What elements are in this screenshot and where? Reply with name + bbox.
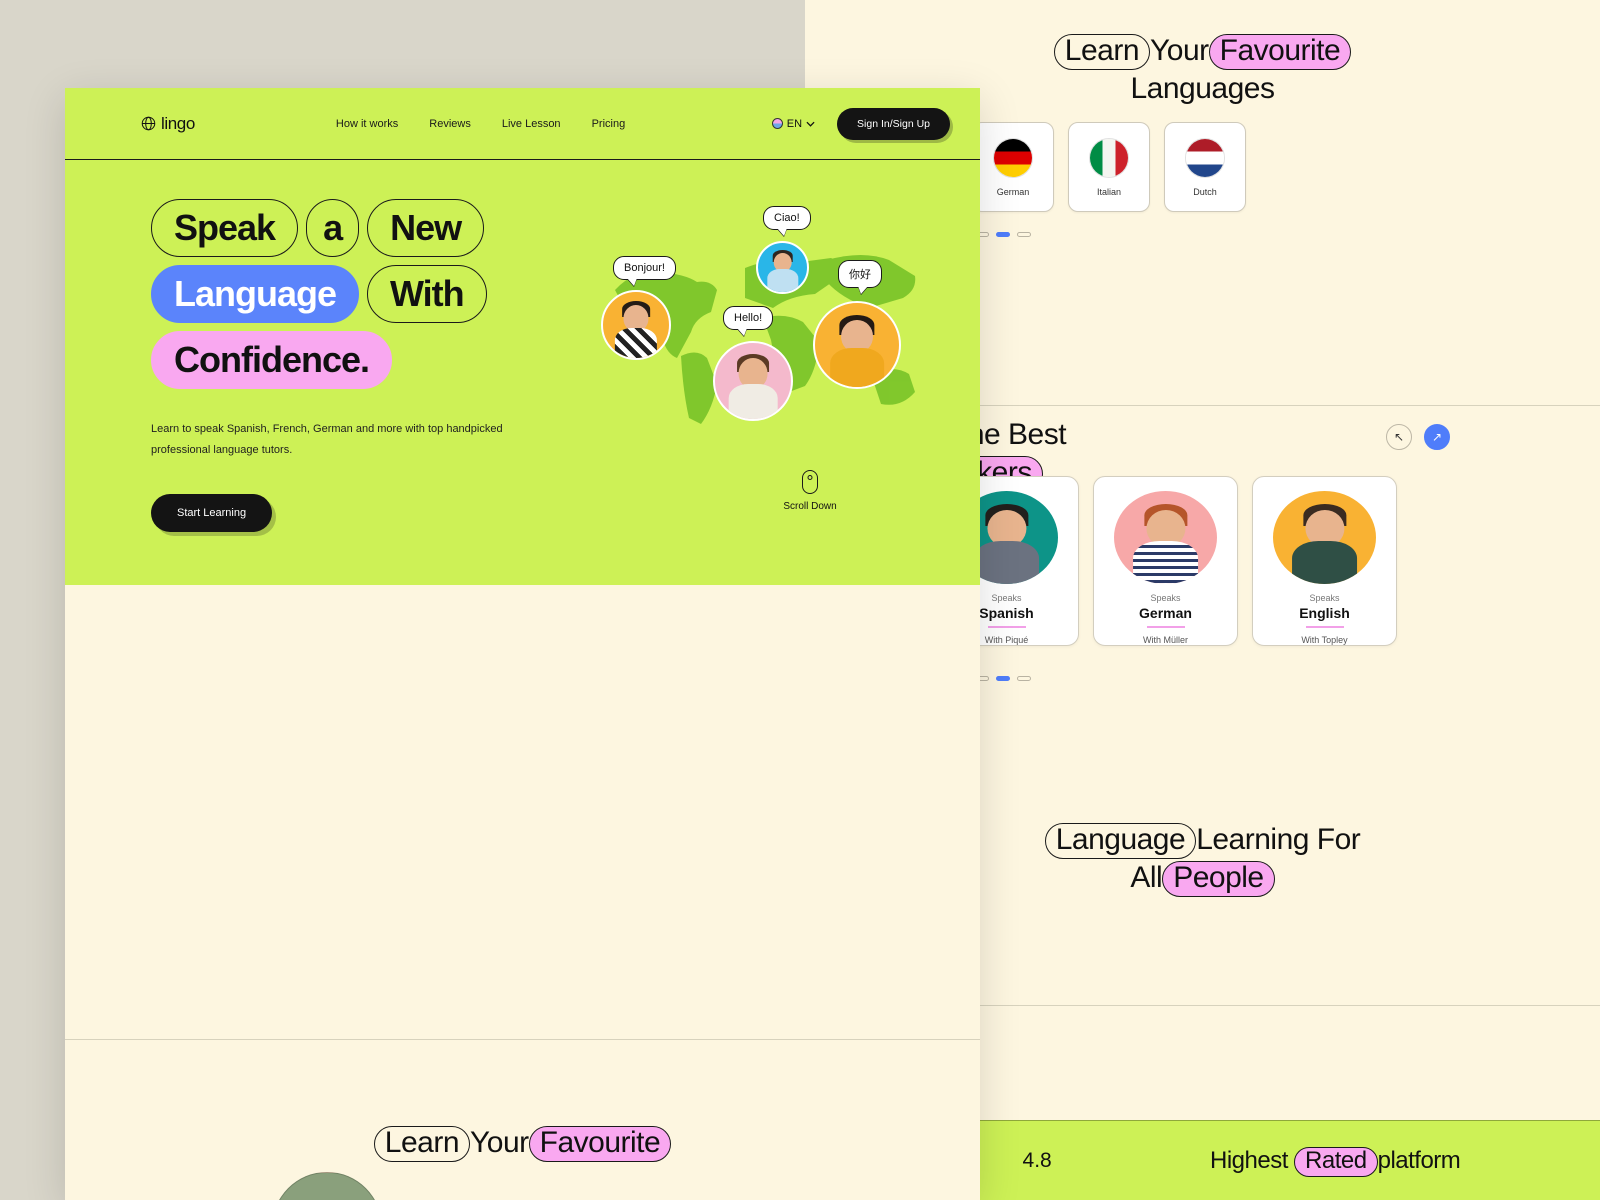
headline-word-confidence: Confidence.: [151, 331, 393, 389]
language-card-label: Italian: [1096, 186, 1122, 197]
start-learning-free-section: +98 StartLearning Languages ForFree Lear…: [65, 585, 980, 1200]
hero-subtitle: Learn to speak Spanish, French, German a…: [151, 423, 503, 457]
favourite-languages-heading-peek: Learn Your Favourite: [65, 1126, 980, 1162]
speech-bubble-hello: Hello!: [723, 306, 774, 330]
nav-right-group: EN Sign In/Sign Up: [771, 107, 950, 140]
headline-line-1: Speak a New: [151, 199, 571, 257]
avatar: [1273, 491, 1376, 585]
speaker-tutor: With Piqué: [984, 635, 1029, 645]
heading-pill-learn: Learn: [373, 1126, 471, 1162]
language-card-label: Dutch: [1193, 186, 1217, 197]
speech-bubble-ciao: Ciao!: [763, 206, 811, 230]
pagination-dot-active[interactable]: [995, 676, 1010, 681]
language-card-dutch[interactable]: Dutch: [1164, 122, 1246, 212]
speaker-tutor: With Müller: [1142, 635, 1188, 645]
headline-word-a: a: [306, 199, 360, 257]
tagline-highlight-rated: Rated: [1294, 1147, 1378, 1177]
speaks-label: Speaks: [991, 593, 1022, 604]
speakers-carousel-nav: ↖ ↗: [1386, 424, 1450, 450]
brand-name: lingo: [161, 113, 195, 133]
photo-row: [148, 1172, 506, 1200]
heading-mid: Your: [470, 1126, 529, 1159]
language-card-german[interactable]: German: [972, 122, 1054, 212]
language-selector-value: EN: [786, 117, 803, 130]
avatar-italian-speaker: [756, 241, 809, 294]
pagination-dot[interactable]: [1016, 232, 1031, 237]
heading-highlight-favourite: Favourite: [528, 1126, 672, 1162]
avatar-chinese-speaker: [813, 301, 901, 389]
pagination-dot-active[interactable]: [995, 232, 1010, 237]
brand-logo[interactable]: lingo: [141, 114, 195, 134]
speaker-card-english[interactable]: Speaks English With Topley: [1252, 476, 1397, 646]
globe-icon: [771, 118, 783, 129]
pagination-dot[interactable]: [1016, 676, 1031, 681]
nav-link-reviews[interactable]: Reviews: [429, 118, 471, 130]
language-card-label: German: [996, 186, 1030, 197]
avatar: [1114, 491, 1217, 585]
de-flag-icon: [993, 137, 1033, 178]
it-flag-icon: [1089, 137, 1129, 178]
headline-word-speak: Speak: [151, 199, 299, 257]
mouse-icon: [802, 470, 818, 494]
speaker-card-german[interactable]: Speaks German With Müller: [1093, 476, 1238, 646]
main-landing-page-panel: lingo How it works Reviews Live Lesson P…: [65, 88, 980, 1200]
arrow-up-right-icon[interactable]: ↗: [1424, 424, 1450, 450]
top-navigation-bar: lingo How it works Reviews Live Lesson P…: [65, 88, 980, 160]
heading-line2: Languages: [1130, 72, 1275, 106]
nav-link-how-it-works[interactable]: How it works: [336, 118, 398, 130]
speech-bubble-nihao: 你好: [838, 260, 882, 288]
divider: [1305, 626, 1344, 628]
heading-mid: Learning For: [1196, 823, 1361, 856]
headline-word-new: New: [367, 199, 485, 257]
divider: [987, 626, 1026, 628]
headline-line-2: Language With: [151, 265, 571, 323]
speaker-language: English: [1299, 605, 1350, 622]
heading-mid: Your: [1150, 34, 1209, 67]
speaks-label: Speaks: [1309, 593, 1340, 604]
scroll-down-indicator[interactable]: Scroll Down: [780, 470, 840, 512]
speaks-label: Speaks: [1150, 593, 1181, 604]
avatar-english-speaker: [713, 341, 793, 421]
stat-value: 4.8: [1022, 1149, 1052, 1172]
scroll-down-label: Scroll Down: [783, 501, 837, 512]
photo-student-laptop: [272, 1172, 382, 1200]
speech-bubble-bonjour: Bonjour!: [613, 256, 676, 280]
nav-link-pricing[interactable]: Pricing: [592, 118, 626, 130]
nav-link-live-lesson[interactable]: Live Lesson: [502, 118, 561, 130]
tagline-post: platform: [1377, 1147, 1461, 1174]
heading-highlight-favourite: Favourite: [1208, 34, 1352, 70]
heading-pill-learn: Learn: [1053, 34, 1151, 70]
language-selector[interactable]: EN: [771, 117, 815, 130]
signin-signup-button[interactable]: Sign In/Sign Up: [837, 107, 950, 140]
globe-icon: [141, 116, 156, 131]
heading-highlight-people: People: [1162, 861, 1275, 898]
heading-pill-language: Language: [1044, 823, 1197, 859]
divider: [1146, 626, 1185, 628]
photo-collage: +98: [148, 1172, 506, 1200]
tagline-pre: Highest: [1210, 1147, 1288, 1174]
start-learning-button[interactable]: Start Learning: [151, 493, 273, 532]
arrow-up-left-icon[interactable]: ↖: [1386, 424, 1412, 450]
speaker-tutor: With Topley: [1301, 635, 1348, 645]
hero-text-block: Speak a New Language With Confidence. Le…: [151, 199, 571, 532]
speaker-language: German: [1139, 605, 1192, 622]
avatar-french-speaker: [601, 290, 671, 360]
headline-line-3: Confidence.: [151, 331, 571, 389]
nav-links: How it works Reviews Live Lesson Pricing: [336, 118, 625, 130]
nl-flag-icon: [1185, 137, 1225, 178]
speaker-language: Spanish: [979, 605, 1034, 622]
heading-pre2: All: [1130, 861, 1163, 895]
stats-tagline: Highest Rated platform: [1210, 1147, 1461, 1177]
headline-word-language: Language: [151, 265, 360, 323]
language-card-italian[interactable]: Italian: [1068, 122, 1150, 212]
hero-section: lingo How it works Reviews Live Lesson P…: [65, 88, 980, 585]
hero-illustration: Bonjour! Ciao! 你好 Hello!: [595, 198, 935, 458]
chevron-down-icon: [806, 121, 815, 127]
headline-word-with: With: [367, 265, 487, 323]
